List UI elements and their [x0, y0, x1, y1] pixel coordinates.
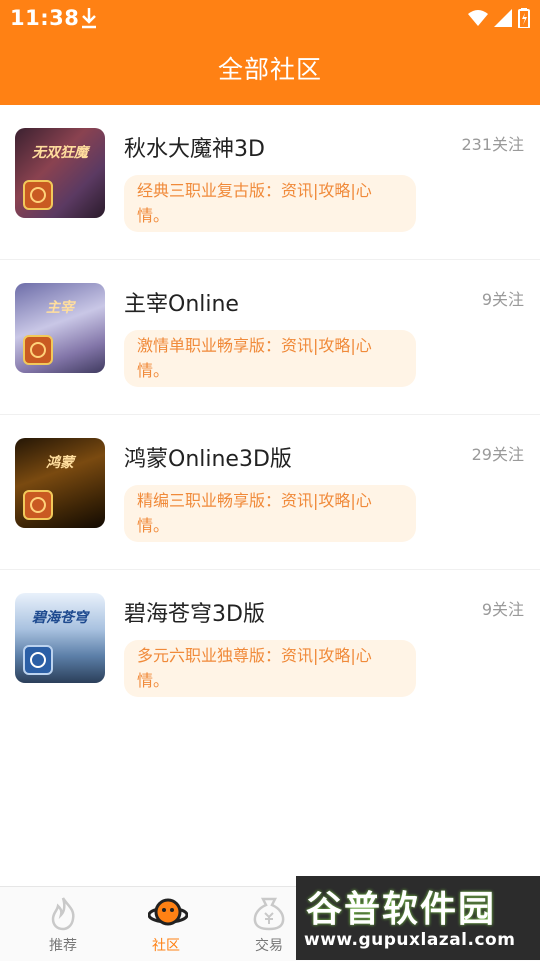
watermark-logo: 谷普软件园 www.gupuxlazal.com: [296, 876, 540, 960]
community-thumbnail: 碧海苍穹: [15, 593, 105, 683]
community-thumbnail: 无双狂魔: [15, 128, 105, 218]
tab-label: 社区: [152, 938, 180, 954]
signal-icon: [494, 9, 512, 27]
watermark-url: www.gupuxlazal.com: [304, 930, 516, 950]
community-name: 碧海苍穹3D版: [124, 602, 265, 627]
community-description: 经典三职业复古版：资讯|攻略|心情。: [124, 175, 416, 232]
tab-community[interactable]: 社区: [114, 887, 218, 961]
thumbnail-caption: 主宰: [46, 300, 74, 316]
community-row[interactable]: 无双狂魔 秋水大魔神3D 231关注 经典三职业复古版：资讯|攻略|心情。: [0, 105, 540, 260]
app-header: 11:38 全部社区: [0, 0, 540, 105]
thumbnail-caption: 鸿蒙: [46, 455, 74, 471]
game-logo-icon: [23, 335, 53, 365]
money-bag-icon: [253, 897, 285, 931]
community-row[interactable]: 碧海苍穹 碧海苍穹3D版 9关注 多元六职业独尊版：资讯|攻略|心情。: [0, 570, 540, 724]
community-thumbnail: 主宰: [15, 283, 105, 373]
planet-icon: [148, 898, 188, 926]
game-logo-icon: [23, 645, 53, 675]
community-name: 秋水大魔神3D: [124, 137, 265, 162]
flame-icon: [51, 897, 75, 931]
battery-icon: [518, 8, 530, 28]
community-description: 激情单职业畅享版：资讯|攻略|心情。: [124, 330, 416, 387]
game-logo-icon: [23, 180, 53, 210]
page-title: 全部社区: [217, 55, 322, 84]
thumbnail-caption: 无双狂魔: [32, 145, 88, 161]
download-icon: [80, 7, 98, 33]
tab-label: 推荐: [49, 938, 77, 954]
watermark-title: 谷普软件园: [306, 889, 497, 930]
follow-count: 9关注: [481, 290, 524, 309]
follow-count: 9关注: [481, 600, 524, 619]
status-icons: [468, 8, 530, 28]
wifi-icon: [468, 10, 488, 26]
community-name: 主宰Online: [124, 292, 239, 317]
community-row[interactable]: 主宰 主宰Online 9关注 激情单职业畅享版：资讯|攻略|心情。: [0, 260, 540, 415]
community-description: 多元六职业独尊版：资讯|攻略|心情。: [124, 640, 416, 697]
community-row[interactable]: 鸿蒙 鸿蒙Online3D版 29关注 精编三职业畅享版：资讯|攻略|心情。: [0, 415, 540, 570]
game-logo-icon: [23, 490, 53, 520]
tab-recommend[interactable]: 推荐: [11, 887, 115, 961]
community-name: 鸿蒙Online3D版: [124, 447, 292, 472]
community-thumbnail: 鸿蒙: [15, 438, 105, 528]
community-list: 无双狂魔 秋水大魔神3D 231关注 经典三职业复古版：资讯|攻略|心情。 主宰…: [0, 105, 540, 724]
follow-count: 29关注: [471, 445, 524, 464]
follow-count: 231关注: [461, 135, 524, 154]
status-time: 11:38: [10, 6, 80, 30]
thumbnail-caption: 碧海苍穹: [32, 610, 88, 626]
community-description: 精编三职业畅享版：资讯|攻略|心情。: [124, 485, 416, 542]
